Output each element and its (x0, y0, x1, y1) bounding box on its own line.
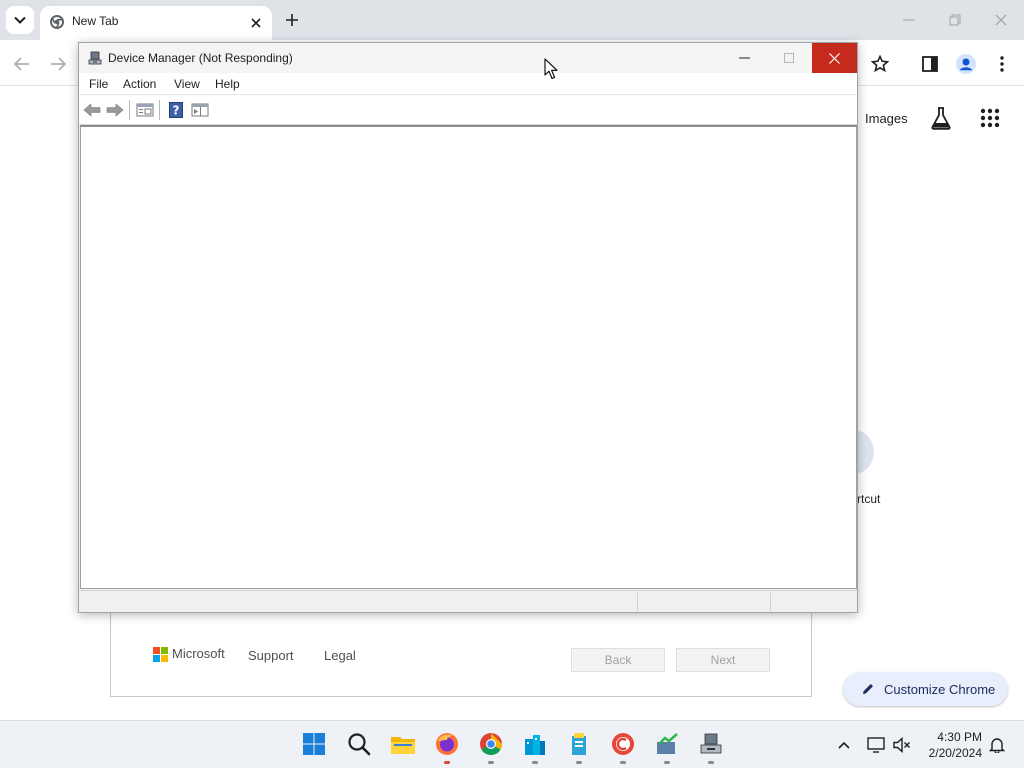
clock-time: 4:30 PM (937, 730, 982, 744)
close-tab-icon[interactable] (248, 15, 264, 31)
show-hide-console-tree-icon[interactable] (191, 101, 209, 119)
chrome-running-indicator (488, 761, 494, 764)
next-button-disabled[interactable]: Next (676, 648, 770, 672)
tab-title: New Tab (72, 14, 119, 28)
customize-chrome-button[interactable]: Customize Chrome (843, 672, 1008, 706)
tab-search-button[interactable] (6, 6, 34, 34)
back-button-disabled[interactable]: Back (571, 648, 665, 672)
properties-icon[interactable] (136, 101, 154, 119)
app-icon-device-manager[interactable] (698, 731, 724, 757)
chrome-minimize-button[interactable] (897, 8, 921, 32)
pencil-icon (863, 684, 873, 694)
menu-file[interactable]: File (89, 77, 108, 91)
profile-button[interactable] (952, 50, 980, 78)
toolbar-separator (159, 100, 160, 120)
chevron-down-icon (14, 16, 26, 24)
device-manager-title: Device Manager (Not Responding) (108, 51, 293, 65)
file-explorer-icon[interactable] (390, 731, 416, 757)
status-pane-divider (770, 593, 771, 611)
forward-arrow-icon (51, 57, 66, 71)
show-hidden-icons-chevron-up-icon[interactable] (834, 735, 854, 755)
app-running-indicator (620, 761, 626, 764)
microsoft-wordmark: Microsoft (172, 646, 225, 661)
tab-new-tab[interactable]: New Tab (40, 6, 272, 40)
app-icon-green-chart[interactable] (654, 731, 680, 757)
forward-button[interactable] (46, 52, 70, 76)
maximize-icon (784, 53, 794, 63)
minimize-icon (903, 19, 915, 21)
device-manager-menubar: File Action View Help (79, 73, 857, 95)
google-apps-icon[interactable] (980, 108, 1000, 128)
menu-action[interactable]: Action (123, 77, 156, 91)
chrome-tabstrip: New Tab (0, 0, 1024, 40)
device-manager-window: Device Manager (Not Responding) File Act… (78, 42, 858, 613)
microsoft-logo-icon (153, 647, 168, 662)
side-panel-button[interactable] (916, 50, 944, 78)
bookmark-star-button[interactable] (866, 50, 894, 78)
app-icon-book-stack[interactable] (566, 731, 592, 757)
back-button[interactable] (10, 52, 34, 76)
help-icon[interactable]: ? (167, 101, 185, 119)
plus-icon (286, 14, 298, 26)
more-vert-icon (1000, 56, 1004, 72)
app-running-indicator (532, 761, 538, 764)
device-manager-maximize-button[interactable] (767, 43, 811, 73)
ntp-images-link[interactable]: Images (865, 111, 908, 126)
chrome-close-button[interactable] (989, 8, 1013, 32)
add-shortcut-label: rtcut (857, 492, 881, 506)
chrome-menu-button[interactable] (988, 50, 1016, 78)
close-icon (995, 14, 1007, 26)
customize-chrome-label: Customize Chrome (884, 681, 996, 697)
star-icon (871, 55, 889, 73)
search-icon[interactable] (346, 731, 372, 757)
device-manager-content-pane[interactable] (80, 125, 857, 589)
app-running-indicator (708, 761, 714, 764)
taskbar-clock[interactable]: 4:30 PM 2/20/2024 (920, 729, 982, 761)
chrome-icon[interactable] (478, 731, 504, 757)
windows-taskbar: 4:30 PM 2/20/2024 (0, 720, 1024, 768)
app-icon-red-circle[interactable] (610, 731, 636, 757)
status-pane-divider (637, 593, 638, 611)
back-arrow-icon[interactable] (83, 101, 101, 119)
minimize-icon (738, 57, 750, 59)
chrome-restore-button[interactable] (943, 8, 967, 32)
labs-flask-icon[interactable] (930, 106, 952, 130)
device-manager-titlebar[interactable]: Device Manager (Not Responding) (79, 43, 857, 73)
device-manager-statusbar (79, 590, 857, 612)
firefox-icon[interactable] (434, 731, 460, 757)
clock-date: 2/20/2024 (928, 746, 982, 760)
profile-avatar-icon (956, 54, 976, 74)
restore-icon (949, 14, 961, 26)
forward-arrow-icon[interactable] (106, 101, 124, 119)
device-manager-close-button[interactable] (812, 43, 857, 73)
mouse-cursor-icon (544, 58, 558, 80)
app-running-indicator (664, 761, 670, 764)
chrome-favicon-icon (50, 15, 64, 29)
menu-help[interactable]: Help (215, 77, 240, 91)
menu-view[interactable]: View (174, 77, 200, 91)
network-icon[interactable] (866, 735, 886, 755)
notifications-bell-icon[interactable] (987, 735, 1007, 755)
app-icon-blue-buildings[interactable] (522, 731, 548, 757)
side-panel-icon (922, 56, 938, 72)
toolbar-separator (129, 100, 130, 120)
windows-start-icon[interactable] (301, 731, 327, 757)
back-arrow-icon (14, 57, 29, 71)
new-tab-button[interactable] (282, 10, 302, 30)
volume-muted-icon[interactable] (892, 735, 912, 755)
device-manager-app-icon (88, 51, 102, 65)
app-running-indicator (576, 761, 582, 764)
legal-link[interactable]: Legal (324, 648, 356, 663)
installer-dialog: Microsoft Support Legal Back Next (110, 600, 812, 697)
device-manager-minimize-button[interactable] (722, 43, 766, 73)
svg-text:?: ? (173, 104, 180, 118)
close-icon (829, 52, 840, 64)
support-link[interactable]: Support (248, 648, 294, 663)
firefox-running-indicator (444, 761, 450, 764)
device-manager-toolbar: ? (79, 95, 857, 125)
